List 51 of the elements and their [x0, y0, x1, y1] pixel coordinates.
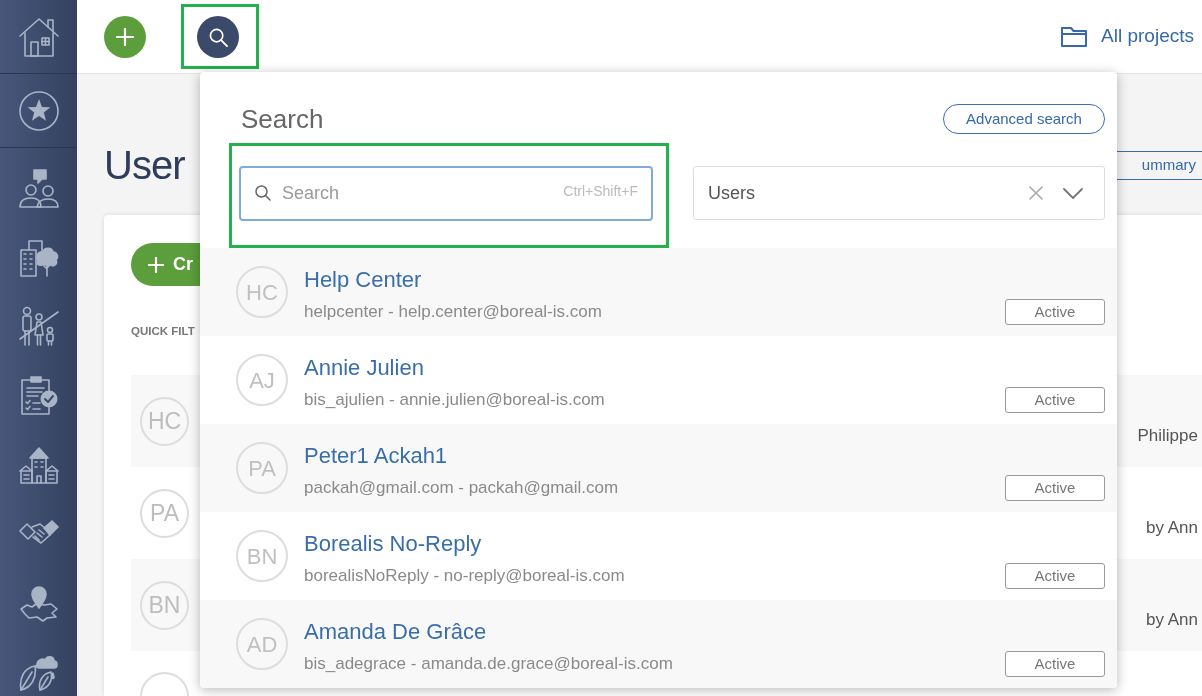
created-by-text: by Ann	[1146, 518, 1198, 538]
house-icon[interactable]	[18, 16, 59, 57]
user-name[interactable]: Help Center	[304, 267, 422, 293]
projects-link[interactable]: All projects	[1061, 22, 1194, 51]
search-result[interactable]: AD Amanda De Grâce bis_adegrace - amanda.de.grace@boreal-is.com Active	[200, 600, 1117, 688]
family-icon[interactable]	[18, 305, 59, 346]
user-detail: helpcenter - help.center@boreal-is.com	[304, 302, 602, 322]
quick-filters-label: QUICK FILT	[131, 324, 195, 338]
create-button[interactable]: Cr	[131, 243, 200, 286]
plus-icon	[148, 256, 164, 273]
plus-icon	[116, 27, 134, 46]
user-name[interactable]: Peter1 Ackah1	[304, 443, 448, 469]
status-badge: Active	[1005, 475, 1105, 501]
user-detail: bis_adegrace - amanda.de.grace@boreal-is.com	[304, 654, 673, 674]
user-name[interactable]: Borealis No-Reply	[304, 531, 482, 557]
search-result[interactable]: AJ Annie Julien bis_ajulien - annie.julien@boreal-is.com Active	[200, 336, 1117, 424]
user-avatar: BN	[236, 530, 288, 582]
add-button[interactable]	[104, 15, 146, 58]
keyboard-shortcut: Ctrl+Shift+F	[563, 183, 638, 200]
status-badge: Active	[1005, 563, 1105, 589]
user-detail: borealisNoReply - no-reply@boreal-is.com	[304, 566, 625, 586]
user-detail: packah@gmail.com - packah@gmail.com	[304, 478, 619, 498]
search-icon	[255, 185, 271, 201]
clipboard-check-icon[interactable]	[18, 374, 59, 415]
user-detail: bis_ajulien - annie.julien@boreal-is.com	[304, 390, 605, 410]
created-by-text: by Ann	[1146, 610, 1198, 630]
popup-title: Search	[241, 104, 324, 134]
user-avatar: PA	[236, 442, 288, 494]
search-icon	[208, 27, 228, 47]
created-by-text: Philippe	[1137, 426, 1198, 446]
user-name[interactable]: Amanda De Grâce	[304, 619, 487, 645]
scope-select[interactable]: Users	[693, 166, 1105, 220]
search-result[interactable]: HC Help Center helpcenter - help.center@boreal-is.com Active	[200, 248, 1117, 336]
search-result[interactable]: BN Borealis No-Reply borealisNoReply - no-reply@boreal-is.com Active	[200, 512, 1117, 600]
user-avatar: BN	[140, 580, 189, 630]
folder-icon	[1061, 26, 1088, 47]
user-avatar: PA	[140, 488, 189, 538]
user-name[interactable]: Annie Julien	[304, 355, 424, 381]
user-avatar: HC	[236, 266, 288, 318]
search-result[interactable]: PA Peter1 Ackah1 packah@gmail.com - packah@gmail.com Active	[200, 424, 1117, 512]
user-avatar: AD	[236, 618, 288, 670]
user-avatar	[140, 672, 189, 696]
user-avatar: AJ	[236, 354, 288, 406]
user-avatar: HC	[140, 396, 189, 446]
status-badge: Active	[1005, 651, 1105, 677]
chevron-down-icon[interactable]	[1063, 187, 1083, 199]
search-button[interactable]	[197, 16, 239, 58]
status-badge: Active	[1005, 299, 1105, 325]
page-title: User	[104, 145, 185, 185]
status-badge: Active	[1005, 387, 1105, 413]
people-speech-bubble-icon[interactable]	[18, 167, 59, 208]
